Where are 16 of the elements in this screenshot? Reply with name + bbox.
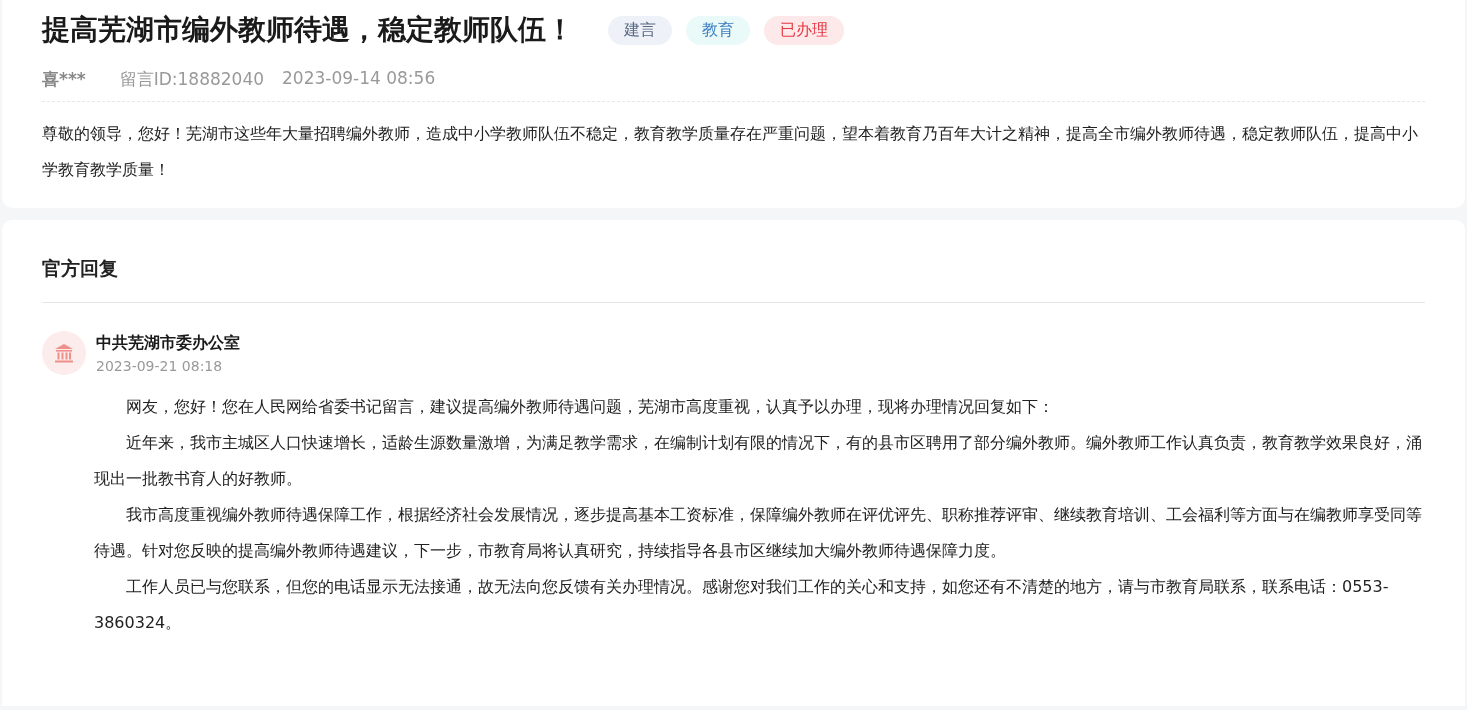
message-text: 尊敬的领导，您好！芜湖市这些年大量招聘编外教师，造成中小学教师队伍不稳定，教育教学质量存在严重问题，望本着教育乃百年大计之精神，提高全市编外教师待遇，稳定教师队伍，提高中小学教育教学质量！ [42, 123, 1419, 181]
office-name: 中共芜湖市委办公室 [96, 332, 240, 354]
reply-paragraph: 我市高度重视编外教师待遇保障工作，根据经济社会发展情况，逐步提高基本工资标准，保障编外教师在评优评先、职称推荐评审、继续教育培训、工会福利等方面与在编教师享受同等待遇。针对您反映的提高编外教师待遇建议，下一步，市教育局将认真研究，持续指导各县市区继续加大编外教师待遇保障力度。 [94, 504, 1423, 562]
reply-heading: 官方回复 [42, 246, 1425, 303]
message-title: 提高芜湖市编外教师待遇，稳定教师队伍！ [42, 12, 574, 48]
tag: 教育 [686, 15, 750, 45]
reply-paragraph: 近年来，我市主城区人口快速增长，适龄生源数量激增，为满足教学需求，在编制计划有限的情况下，有的县市区聘用了部分编外教师。编外教师工作认真负责，教育教学效果良好，涌现出一批教书育人的好教师。 [94, 432, 1423, 490]
author-name: 喜*** [42, 68, 86, 91]
message-date: 2023-09-14 08:56 [282, 68, 436, 90]
reply-paragraph: 工作人员已与您联系，但您的电话显示无法接通，故无法向您反馈有关办理情况。感谢您对我们工作的关心和支持，如您还有不清楚的地方，请与市教育局联系，联系电话：0553-3860324。 [94, 576, 1390, 634]
message-id: 留言ID:18882040 [119, 68, 265, 91]
tag: 建言 [608, 15, 672, 45]
tag: 已办理 [764, 15, 844, 45]
government-building-icon [42, 331, 86, 375]
reply-date: 2023-09-21 08:18 [96, 357, 224, 374]
reply-paragraph: 网友，您好！您在人民网给省委书记留言，建议提高编外教师待遇问题，芜湖市高度重视，认真予以办理，现将办理情况回复如下： [125, 396, 1055, 418]
